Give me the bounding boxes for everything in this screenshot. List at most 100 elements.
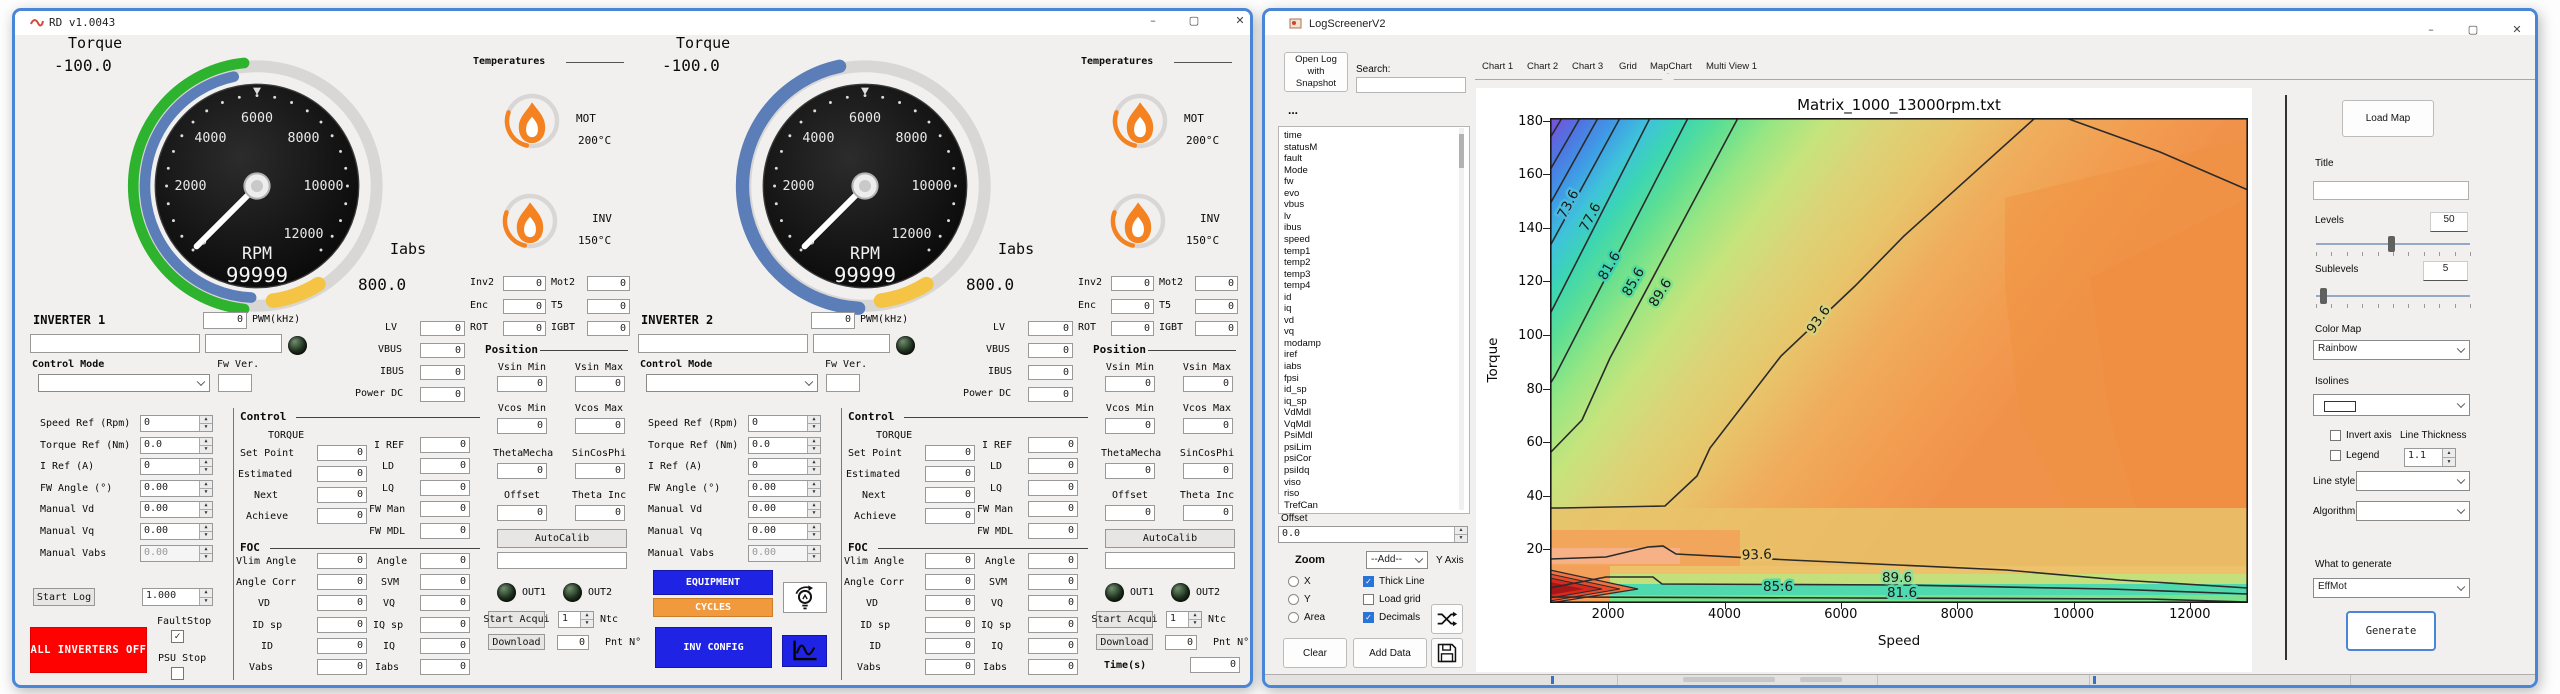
lightbulb-refresh-button[interactable] (783, 582, 827, 613)
position-field[interactable]: 0 (575, 376, 625, 392)
download-button[interactable]: Download (488, 634, 545, 650)
ref-spinner-arrows[interactable]: ▲▼ (199, 502, 212, 517)
ntc-spinner-value[interactable]: 1 (1167, 612, 1187, 627)
foc-field[interactable]: 0 (1028, 553, 1078, 569)
signal-scrollbar-thumb[interactable] (1459, 134, 1464, 168)
levels-slider-thumb[interactable] (2388, 236, 2395, 252)
algorithm-dropdown[interactable] (2356, 501, 2470, 521)
foc-field[interactable]: 0 (420, 553, 470, 569)
ref-spinner-value[interactable]: 0.00 (141, 546, 198, 561)
isolines-dropdown[interactable] (2313, 394, 2470, 416)
signal-item[interactable]: temp3 (1284, 269, 1434, 280)
bus-field[interactable]: 0 (420, 321, 465, 336)
foc-field[interactable]: 0 (1028, 574, 1078, 590)
sensor-field[interactable]: 0 (1195, 299, 1238, 314)
ref-spinner-value[interactable]: 0 (749, 459, 806, 474)
foc-field[interactable]: 0 (1028, 659, 1078, 675)
foc-field[interactable]: 0 (1028, 595, 1078, 611)
ref-spinner-value[interactable]: 0.0 (749, 438, 806, 453)
inverter-select-field[interactable] (638, 334, 808, 353)
ntc-spinner[interactable]: 1▲▼ (558, 611, 594, 628)
signal-item[interactable]: riso (1284, 488, 1434, 499)
time-field[interactable]: 0 (1190, 657, 1240, 673)
signal-item[interactable]: temp4 (1284, 280, 1434, 291)
control-right-field[interactable]: 0 (420, 501, 470, 517)
signal-item[interactable]: fault (1284, 153, 1434, 164)
autocalib-button[interactable]: AutoCalib (1105, 529, 1235, 548)
levels-value[interactable]: 50 (2430, 212, 2468, 232)
color-map-dropdown[interactable]: Rainbow (2313, 340, 2470, 360)
control-right-field[interactable]: 0 (1028, 501, 1078, 517)
calib-result-field[interactable] (497, 552, 627, 569)
sensor-field[interactable]: 0 (1195, 321, 1238, 336)
bus-field[interactable]: 0 (1028, 343, 1073, 358)
legend-checkbox[interactable] (2330, 450, 2341, 461)
legend-spinner-arrows[interactable]: ▲▼ (2442, 449, 2455, 466)
offset-spinner-arrows[interactable]: ▲▼ (1454, 527, 1467, 542)
fw-ver-field[interactable] (826, 374, 860, 392)
what-to-generate-dropdown[interactable]: EffMot (2313, 578, 2470, 598)
ref-spinner-arrows[interactable]: ▲▼ (199, 416, 212, 431)
sublevels-value[interactable]: 5 (2423, 261, 2468, 281)
signal-item[interactable]: VqMdl (1284, 419, 1434, 430)
position-field[interactable]: 0 (575, 418, 625, 434)
ref-spinner[interactable]: 0▲▼ (748, 458, 821, 475)
ref-spinner-value[interactable]: 0 (141, 416, 198, 431)
ref-spinner-arrows[interactable]: ▲▼ (199, 546, 212, 561)
signal-item[interactable]: psiIdq (1284, 465, 1434, 476)
ref-spinner[interactable]: 0.00▲▼ (748, 523, 821, 540)
foc-field[interactable]: 0 (317, 617, 367, 633)
sensor-field[interactable]: 0 (587, 299, 630, 314)
foc-field[interactable]: 0 (317, 553, 367, 569)
signal-item[interactable]: iref (1284, 349, 1434, 360)
bus-field[interactable]: 0 (1028, 387, 1073, 402)
sublevels-slider-track[interactable] (2316, 295, 2470, 297)
cycles-button[interactable]: CYCLES (653, 598, 773, 617)
start-acqui-button[interactable]: Start Acqui (1096, 611, 1153, 628)
position-field[interactable]: 0 (1105, 505, 1155, 521)
pwm-field[interactable]: 0 (811, 312, 855, 329)
clear-button[interactable]: Clear (1283, 638, 1347, 668)
ref-spinner[interactable]: 0.0▲▼ (748, 437, 821, 454)
foc-field[interactable]: 0 (925, 574, 975, 590)
signal-item[interactable]: fw (1284, 176, 1434, 187)
log-interval-spinner-arrows[interactable]: ▲▼ (199, 589, 212, 605)
sensor-field[interactable]: 0 (1111, 276, 1154, 291)
signal-item[interactable]: temp2 (1284, 257, 1434, 268)
sensor-field[interactable]: 0 (1195, 276, 1238, 291)
control-right-field[interactable]: 0 (420, 458, 470, 474)
bus-field[interactable]: 0 (420, 365, 465, 380)
position-field[interactable]: 0 (575, 505, 625, 521)
ref-spinner-arrows[interactable]: ▲▼ (807, 546, 820, 561)
foc-field[interactable]: 0 (1028, 638, 1078, 654)
logscreener-close-button[interactable]: ✕ (2508, 23, 2526, 40)
control-left-field[interactable]: 0 (925, 466, 975, 482)
signal-item[interactable]: modamp (1284, 338, 1434, 349)
ref-spinner[interactable]: 0.00▲▼ (748, 545, 821, 562)
foc-field[interactable]: 0 (317, 659, 367, 675)
position-field[interactable]: 0 (497, 376, 547, 392)
download-button[interactable]: Download (1096, 634, 1153, 650)
ref-spinner-value[interactable]: 0.00 (141, 524, 198, 539)
ntc-spinner[interactable]: 1▲▼ (1166, 611, 1202, 628)
pwm-field[interactable]: 0 (203, 312, 247, 329)
position-field[interactable]: 0 (497, 463, 547, 479)
ref-spinner-value[interactable]: 0.00 (141, 481, 198, 496)
pnt-field[interactable]: 0 (557, 635, 589, 650)
tab-chart-2[interactable]: Chart 2 (1527, 61, 1558, 72)
foc-field[interactable]: 0 (925, 553, 975, 569)
ref-spinner-arrows[interactable]: ▲▼ (807, 416, 820, 431)
control-left-field[interactable]: 0 (925, 487, 975, 503)
bus-field[interactable]: 0 (1028, 365, 1073, 380)
signal-item[interactable]: vd (1284, 315, 1434, 326)
ref-spinner-arrows[interactable]: ▲▼ (199, 438, 212, 453)
bus-field[interactable]: 0 (420, 343, 465, 358)
ref-spinner[interactable]: 0▲▼ (748, 415, 821, 432)
ref-spinner[interactable]: 0.00▲▼ (140, 545, 213, 562)
rd-close-button[interactable]: ✕ (1231, 14, 1249, 31)
position-field[interactable]: 0 (1183, 505, 1233, 521)
ntc-spinner-arrows[interactable]: ▲▼ (1188, 612, 1201, 627)
equipment-button[interactable]: EQUIPMENT (653, 570, 773, 595)
checkbox-load-grid[interactable] (1363, 594, 1374, 605)
load-map-button[interactable]: Load Map (2342, 100, 2434, 137)
